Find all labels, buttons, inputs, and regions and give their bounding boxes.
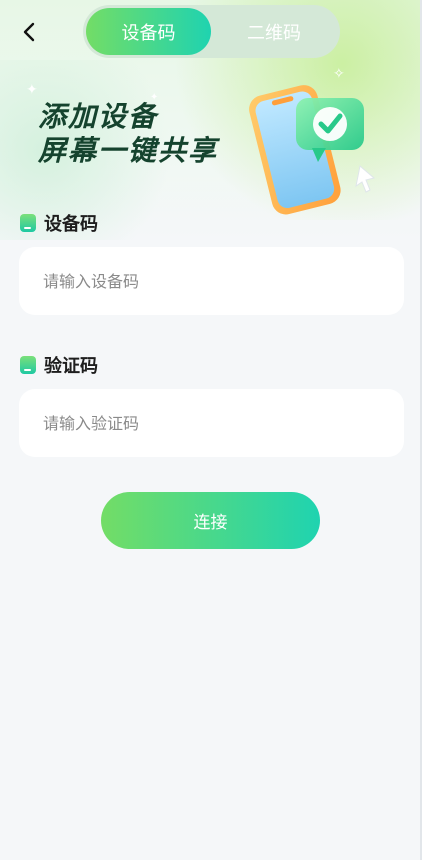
tab-device-code[interactable]: 设备码 — [86, 8, 211, 55]
verify-code-label: 验证码 — [20, 352, 98, 378]
connect-button[interactable]: 连接 — [101, 492, 320, 549]
tab-qr-code[interactable]: 二维码 — [211, 8, 337, 55]
label-marker-icon — [20, 214, 36, 232]
label-marker-icon — [20, 356, 36, 374]
device-code-label-text: 设备码 — [44, 214, 98, 235]
app-screen: 设备码 二维码 ✦ ✧ ✦ 添加设备 屏幕一键共享 设备码 请输入设备码 验证码… — [0, 0, 422, 860]
verify-code-field — [19, 389, 404, 457]
tab-switcher: 设备码 二维码 — [83, 5, 340, 58]
verify-code-label-text: 验证码 — [44, 356, 98, 377]
phone-checkmark-icon — [249, 85, 376, 215]
device-code-input[interactable] — [19, 247, 404, 315]
device-code-label: 设备码 — [20, 210, 98, 236]
banner-title: 添加设备 屏幕一键共享 — [38, 100, 218, 168]
back-button[interactable] — [12, 14, 48, 50]
verify-code-input[interactable] — [19, 389, 404, 457]
device-code-field — [19, 247, 404, 315]
banner-line-1: 添加设备 — [38, 100, 159, 133]
chevron-left-icon — [23, 22, 35, 42]
banner-line-2: 屏幕一键共享 — [38, 134, 219, 167]
sparkle-icon: ✦ — [26, 82, 38, 98]
